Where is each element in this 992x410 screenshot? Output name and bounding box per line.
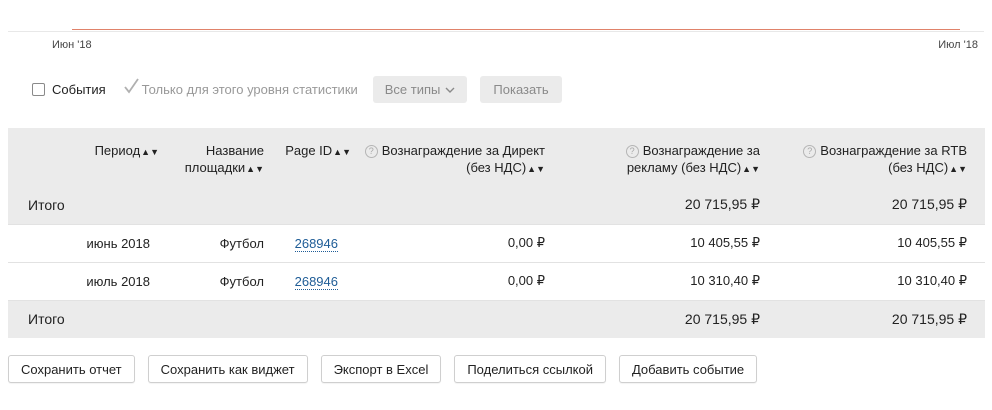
total-ads-value: 20 715,95 ₽ [560,300,772,338]
cell-site-name: Футбол [159,262,279,301]
level-only-label[interactable]: Только для этого уровня статистики [142,82,358,97]
total-rtb-value: 20 715,95 ₽ [772,300,985,338]
help-icon[interactable]: ? [364,145,378,158]
page-id-link[interactable]: 268946 [294,235,338,252]
header-site-line1: Название [205,143,264,158]
header-period[interactable]: Период▲▼ [81,128,159,186]
cell-page-id: 268946 [279,224,351,263]
share-link-button[interactable]: Поделиться ссылкой [454,355,606,383]
show-button[interactable]: Показать [480,75,562,103]
events-checkbox-label[interactable]: События [52,82,106,97]
show-button-label: Показать [493,81,549,97]
table-total-row: Итого 20 715,95 ₽ 20 715,95 ₽ [8,186,985,225]
total-ads-value: 20 715,95 ₽ [560,186,772,225]
cell-period: июнь 2018 [81,224,159,263]
save-report-button[interactable]: Сохранить отчет [8,355,135,383]
header-ads-line2: рекламу (без НДС) [626,160,742,175]
header-rtb-line2: (без НДС) [888,160,949,175]
chart-area: Июн '18 Июл '18 [8,0,984,58]
total-rtb-value: 20 715,95 ₽ [772,186,985,225]
table-total-row: Итого 20 715,95 ₽ 20 715,95 ₽ [8,300,985,338]
header-direct-reward[interactable]: ? Вознаграждение за Директ (без НДС)▲▼ [351,128,560,186]
cell-rtb-reward: 10 405,55 ₽ [772,224,985,263]
export-excel-button[interactable]: Экспорт в Excel [320,355,442,383]
types-dropdown-button[interactable]: Все типы [372,75,468,103]
save-widget-button[interactable]: Сохранить как виджет [147,355,308,383]
page-id-link[interactable]: 268946 [294,273,338,290]
x-axis-start-label: Июн '18 [52,39,92,51]
table-row: июнь 2018 Футбол 268946 0,00 ₽ 10 405,55… [8,224,985,263]
sort-icon: ▲▼ [949,164,967,174]
header-period-label: Период [94,143,141,158]
sort-icon: ▲▼ [246,164,264,174]
table-row: июль 2018 Футбол 268946 0,00 ₽ 10 310,40… [8,262,985,301]
total-label: Итого [8,300,560,338]
header-site-line2: площадки [184,160,246,175]
header-rtb-reward[interactable]: ? Вознаграждение за RTB (без НДС)▲▼ [772,128,985,186]
types-dropdown-label: Все типы [384,81,441,97]
chart-baseline [8,31,984,32]
sort-icon: ▲▼ [141,147,159,157]
row-spacer [8,224,81,263]
cell-site-name: Футбол [159,224,279,263]
header-spacer [8,128,81,186]
events-checkbox[interactable] [32,82,45,96]
row-spacer [8,262,81,301]
add-event-button[interactable]: Добавить событие [618,355,758,383]
sort-icon: ▲▼ [333,147,351,157]
sort-icon: ▲▼ [527,164,545,174]
level-only-checkmark-icon[interactable] [123,78,139,97]
header-site-name[interactable]: Название площадки▲▼ [159,128,279,186]
cell-page-id: 268946 [279,262,351,301]
cell-direct-reward: 0,00 ₽ [351,262,560,301]
total-label: Итого [8,186,560,225]
filters-bar: События Только для этого уровня статисти… [32,75,562,103]
chevron-down-icon [445,82,455,97]
cell-ads-reward: 10 405,55 ₽ [560,224,772,263]
table-header-row: Период▲▼ Название площадки▲▼ Page ID▲▼ ? В… [8,128,985,186]
sort-icon: ▲▼ [742,164,760,174]
actions-bar: Сохранить отчет Сохранить как виджет Экс… [8,355,770,383]
cell-rtb-reward: 10 310,40 ₽ [772,262,985,301]
header-ads-line1: Вознаграждение за [642,143,760,158]
header-page-id[interactable]: Page ID▲▼ [279,128,351,186]
stats-table: Период▲▼ Название площадки▲▼ Page ID▲▼ ? В… [8,128,985,338]
chart-series-line [72,29,960,30]
help-icon[interactable]: ? [803,145,817,158]
header-direct-line2: (без НДС) [466,160,527,175]
header-page-id-label: Page ID [285,143,333,158]
cell-ads-reward: 10 310,40 ₽ [560,262,772,301]
help-icon[interactable]: ? [625,145,639,158]
cell-direct-reward: 0,00 ₽ [351,224,560,263]
header-direct-line1: Вознаграждение за Директ [381,143,545,158]
x-axis-end-label: Июл '18 [938,39,978,51]
header-ads-reward[interactable]: ? Вознаграждение за рекламу (без НДС)▲▼ [560,128,772,186]
cell-period: июль 2018 [81,262,159,301]
header-rtb-line1: Вознаграждение за RTB [820,143,967,158]
